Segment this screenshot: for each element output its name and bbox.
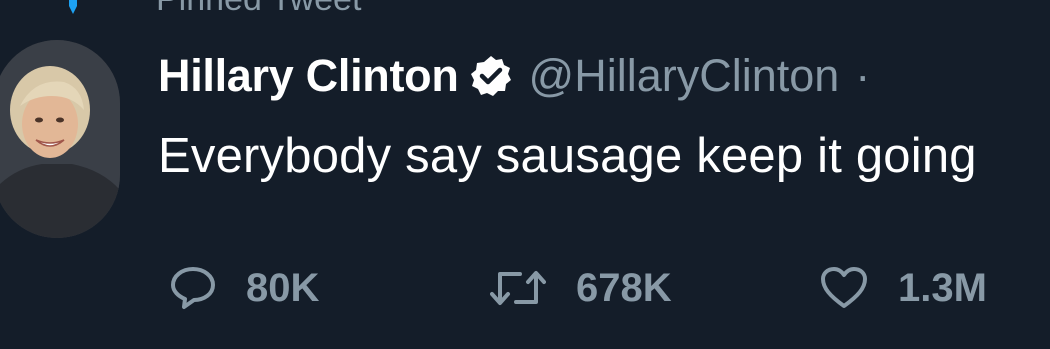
author-display-name[interactable]: Hillary Clinton	[158, 50, 459, 102]
heart-icon	[820, 266, 868, 310]
tweet-actions: 80K 678K 1.3M	[170, 258, 987, 318]
reply-button[interactable]: 80K	[170, 266, 490, 311]
retweet-count: 678K	[576, 265, 672, 310]
pinned-tweet-card[interactable]: Pinned Tweet Hillary Clinton	[0, 0, 1050, 349]
reply-icon	[170, 266, 216, 310]
pinned-label: Pinned Tweet	[156, 0, 361, 19]
tweet-header: Hillary Clinton @HillaryClinton ·	[158, 48, 870, 104]
pin-icon	[60, 0, 86, 14]
like-button[interactable]: 1.3M	[820, 266, 987, 311]
author-handle[interactable]: @HillaryClinton	[529, 50, 840, 102]
like-count: 1.3M	[898, 265, 987, 310]
tweet-text: Everybody say sausage keep it going	[158, 129, 977, 183]
retweet-button[interactable]: 678K	[490, 266, 820, 311]
reply-count: 80K	[246, 265, 320, 310]
retweet-icon	[490, 266, 546, 310]
pinned-indicator: Pinned Tweet	[60, 0, 361, 19]
separator-dot: ·	[855, 50, 871, 101]
verified-badge-icon	[469, 54, 513, 98]
profile-avatar[interactable]	[0, 40, 120, 238]
